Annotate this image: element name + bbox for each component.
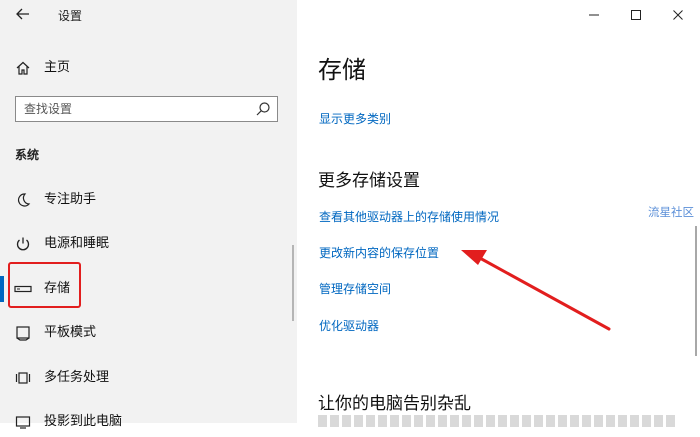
section-heading: 系统: [15, 148, 40, 162]
optimize-drives-link[interactable]: 优化驱动器: [319, 317, 379, 334]
sidebar-item-label: 主页: [44, 60, 71, 75]
view-other-drives-link[interactable]: 查看其他驱动器上的存储使用情况: [319, 208, 499, 225]
main-scrollbar[interactable]: [695, 226, 697, 356]
tablet-icon: [13, 323, 33, 343]
home-icon: [13, 58, 33, 78]
sidebar-item-multitasking[interactable]: 多任务处理: [0, 363, 297, 393]
sidebar-item-project-to-pc[interactable]: 投影到此电脑: [0, 407, 297, 437]
maximize-button[interactable]: [614, 0, 658, 30]
sidebar-item-label: 投影到此电脑: [44, 414, 123, 429]
back-button[interactable]: [13, 6, 33, 26]
maximize-icon: [631, 10, 641, 20]
search-icon[interactable]: [255, 101, 271, 117]
minimize-button[interactable]: [572, 0, 616, 30]
sidebar-scrollbar[interactable]: [292, 245, 294, 321]
search-input[interactable]: [24, 100, 244, 118]
show-more-categories-link[interactable]: 显示更多类别: [319, 110, 391, 127]
window-title: 设置: [58, 9, 83, 23]
partially-visible-text: [318, 415, 678, 427]
sidebar-item-focus-assist[interactable]: 专注助手: [0, 185, 297, 215]
sidebar: 设置 主页 系统 专注助手 电源和睡眠: [0, 0, 297, 429]
moon-icon: [13, 190, 33, 210]
change-save-location-link[interactable]: 更改新内容的保存位置: [319, 244, 439, 261]
watermark: 流星社区: [648, 205, 694, 219]
manage-storage-spaces-link[interactable]: 管理存储空间: [319, 280, 391, 297]
annotation-highlight-box: [8, 262, 81, 308]
minimize-icon: [589, 14, 599, 16]
sidebar-item-tablet-mode[interactable]: 平板模式: [0, 318, 297, 348]
sidebar-item-label: 多任务处理: [44, 370, 110, 385]
back-arrow-icon: [16, 8, 29, 20]
sidebar-item-label: 电源和睡眠: [44, 236, 110, 251]
multitask-icon: [13, 368, 33, 388]
sidebar-item-power-sleep[interactable]: 电源和睡眠: [0, 229, 297, 259]
more-storage-settings-heading: 更多存储设置: [318, 171, 420, 191]
close-button[interactable]: [656, 0, 700, 30]
declutter-heading: 让你的电脑告别杂乱: [318, 394, 471, 414]
page-title: 存储: [318, 56, 366, 84]
power-icon: [13, 234, 33, 254]
sidebar-item-home[interactable]: 主页: [0, 53, 297, 83]
sidebar-item-label: 专注助手: [44, 192, 97, 207]
close-icon: [673, 10, 683, 20]
sidebar-item-label: 平板模式: [44, 325, 97, 340]
search-field[interactable]: [15, 96, 278, 122]
projector-icon: [13, 412, 33, 432]
